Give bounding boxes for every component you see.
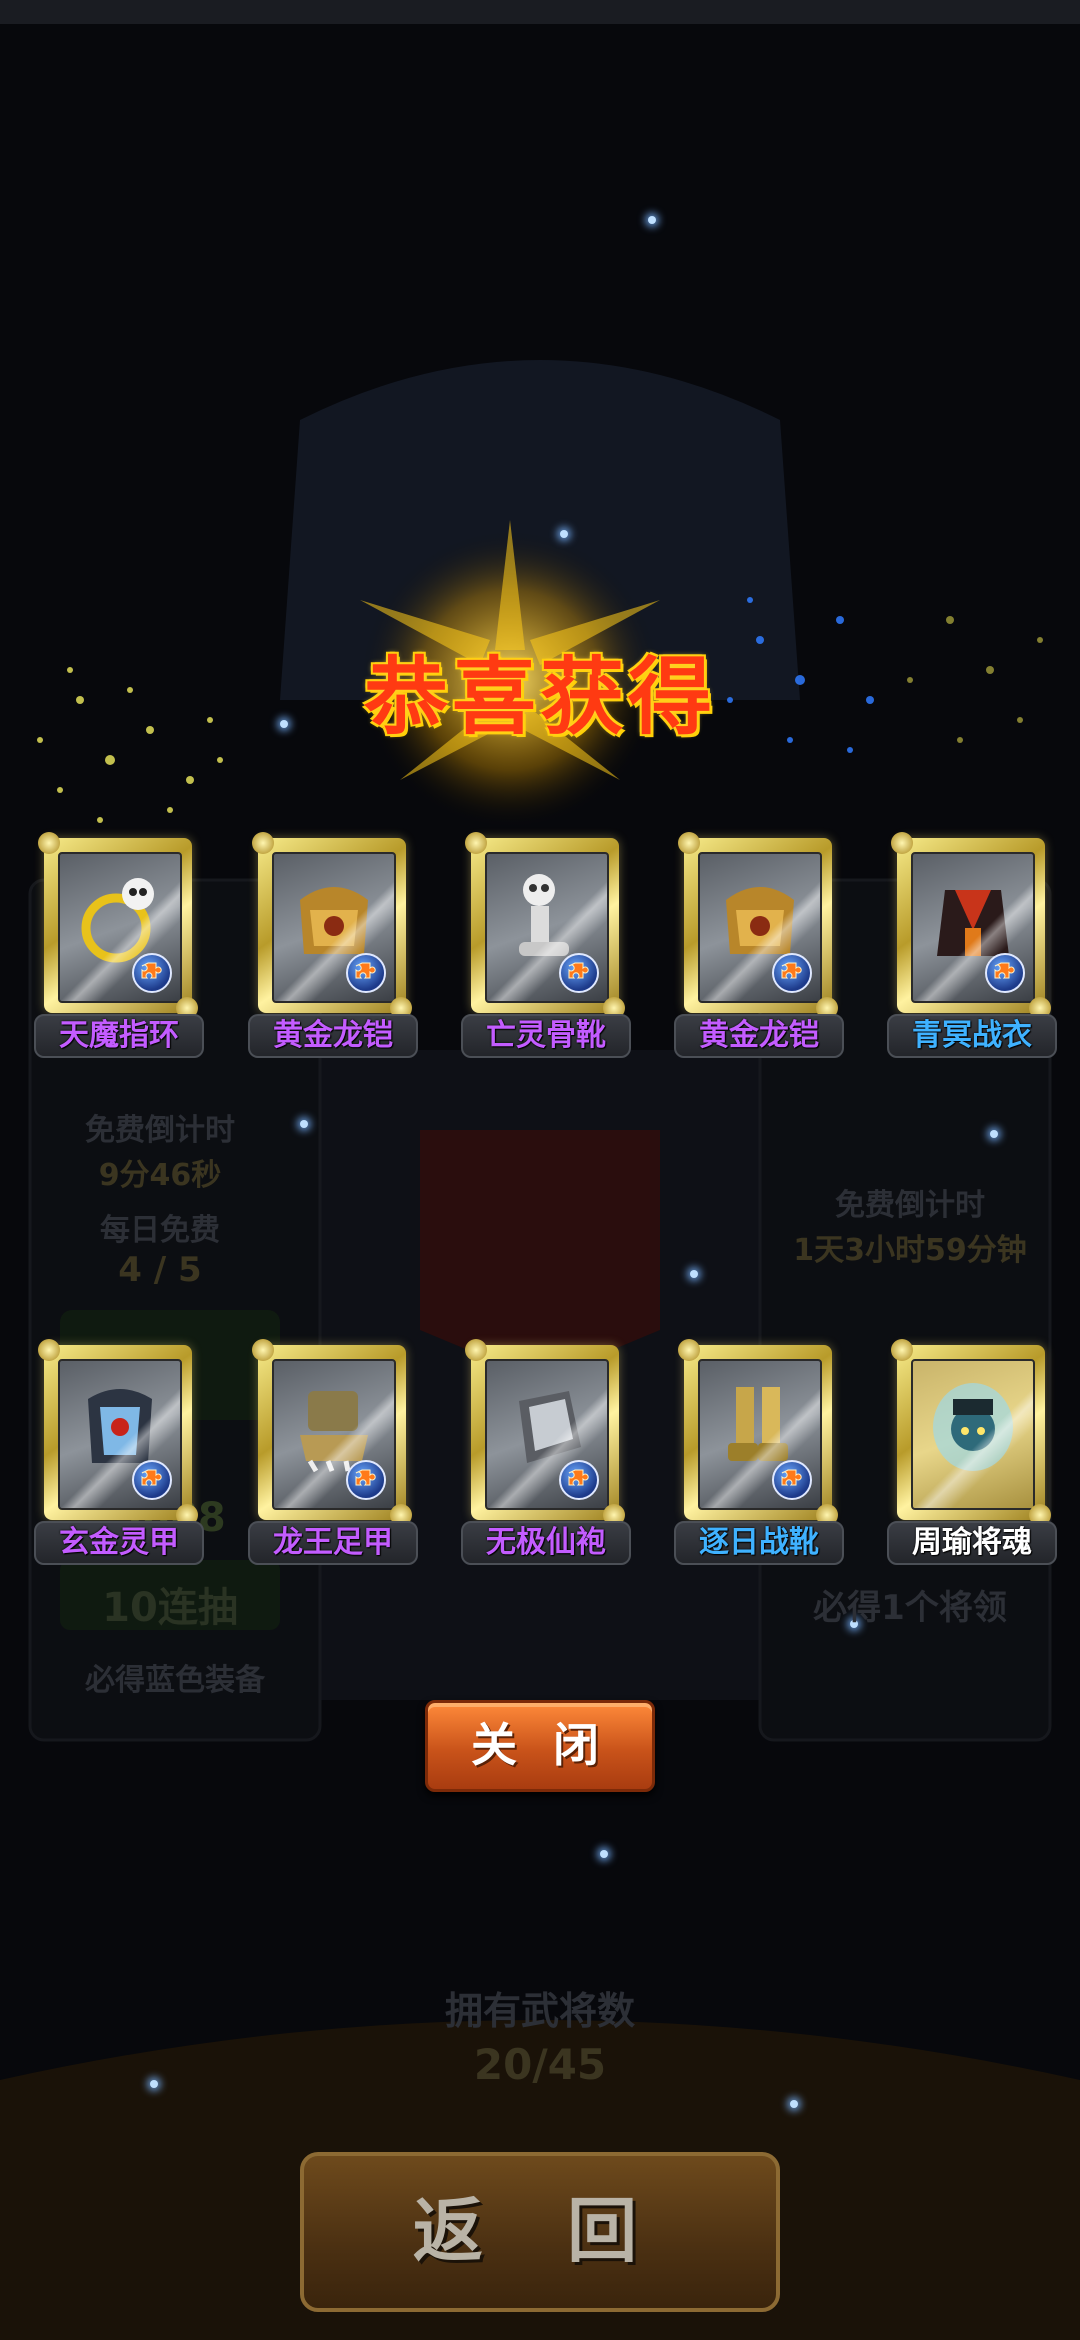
puzzle-piece-icon	[559, 953, 599, 993]
item-gloss	[913, 1361, 1033, 1508]
item-name: 天魔指环	[34, 1014, 204, 1058]
free-countdown-label-right: 免费倒计时	[835, 1188, 985, 1223]
generals-owned-label: 拥有武将数	[444, 1989, 635, 2033]
item-frame	[891, 1339, 1051, 1526]
item-frame	[38, 832, 198, 1019]
free-countdown-right: 1天3小时59分钟	[793, 1233, 1027, 1268]
sparkle	[560, 530, 568, 538]
item-slot	[58, 1359, 182, 1510]
ten-draw-button: 10连抽	[102, 1585, 238, 1631]
puzzle-piece-icon	[346, 1460, 386, 1500]
item-frame	[252, 1339, 412, 1526]
guarantee-blue-text: 必得蓝色装备	[85, 1663, 265, 1698]
item-slot	[911, 1359, 1035, 1510]
item-name: 周瑜将魂	[887, 1521, 1057, 1565]
close-button[interactable]: 关 闭	[425, 1700, 655, 1792]
item-frame	[465, 1339, 625, 1526]
item-name: 无极仙袍	[461, 1521, 631, 1565]
sparkle	[300, 1120, 308, 1128]
guarantee-general-text: 必得1个将领	[813, 1588, 1007, 1628]
puzzle-piece-icon	[559, 1460, 599, 1500]
generals-owned-value: 20/45	[473, 2040, 607, 2089]
puzzle-piece-icon	[132, 953, 172, 993]
item-name: 黄金龙铠	[248, 1014, 418, 1058]
item-name: 龙王足甲	[248, 1521, 418, 1565]
sparkle	[690, 1270, 698, 1278]
puzzle-piece-icon	[132, 1460, 172, 1500]
reward-title: 恭喜获得	[363, 647, 716, 746]
sparkle	[790, 2100, 798, 2108]
item-slot	[272, 852, 396, 1003]
puzzle-piece-icon	[772, 953, 812, 993]
sparkle	[600, 1850, 608, 1858]
free-countdown-label-left: 免费倒计时	[85, 1113, 235, 1148]
item-name: 玄金灵甲	[34, 1521, 204, 1565]
puzzle-piece-icon	[772, 1460, 812, 1500]
daily-free-label: 每日免费	[100, 1213, 220, 1248]
puzzle-piece-icon	[346, 953, 386, 993]
item-frame	[465, 832, 625, 1019]
item-slot	[485, 852, 609, 1003]
item-frame	[678, 1339, 838, 1526]
item-frame	[678, 832, 838, 1019]
item-slot	[272, 1359, 396, 1510]
item-slot	[698, 852, 822, 1003]
item-name: 亡灵骨靴	[461, 1014, 631, 1058]
puzzle-piece-icon	[985, 953, 1025, 993]
item-slot	[58, 852, 182, 1003]
daily-free-count: 4 / 5	[118, 1250, 202, 1290]
back-button[interactable]: 返 回	[300, 2152, 780, 2312]
item-name: 逐日战靴	[674, 1521, 844, 1565]
item-name: 青冥战衣	[887, 1014, 1057, 1058]
item-slot	[485, 1359, 609, 1510]
item-frame	[891, 832, 1051, 1019]
item-slot	[698, 1359, 822, 1510]
item-frame	[252, 832, 412, 1019]
item-frame	[38, 1339, 198, 1526]
item-slot	[911, 852, 1035, 1003]
sparkle	[648, 216, 656, 224]
item-name: 黄金龙铠	[674, 1014, 844, 1058]
sparkle	[990, 1130, 998, 1138]
free-countdown-left: 9分46秒	[98, 1158, 222, 1193]
sparkle	[150, 2080, 158, 2088]
